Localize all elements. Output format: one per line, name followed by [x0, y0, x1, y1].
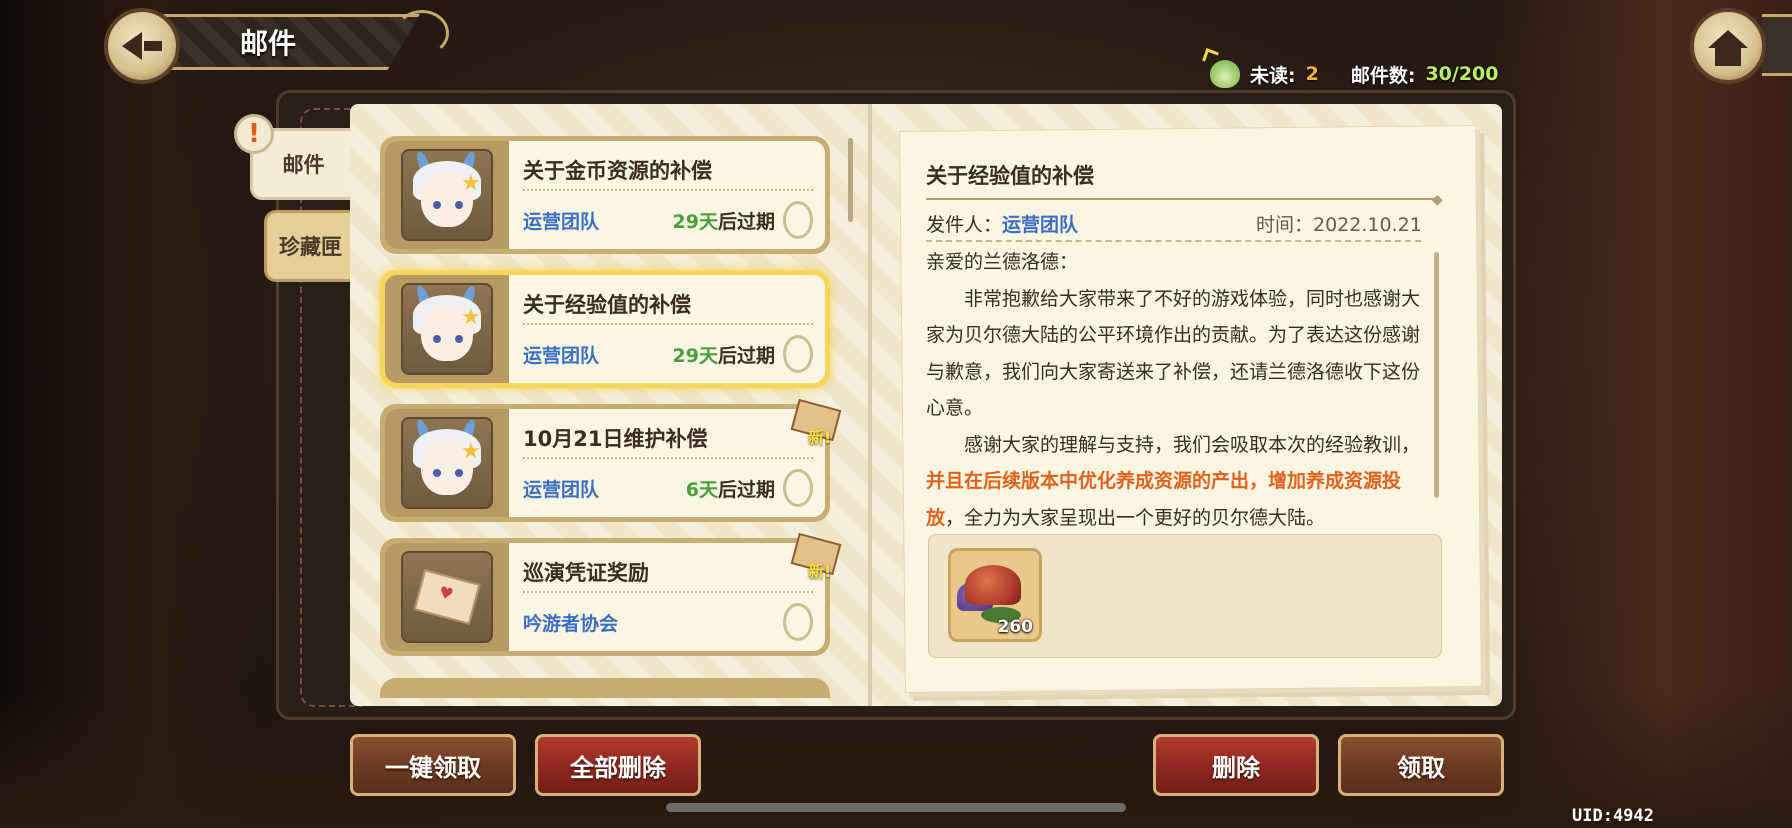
back-button[interactable] — [104, 8, 180, 84]
mail-title: 关于金币资源的补偿 — [523, 155, 813, 191]
new-mail-badge: 新! — [790, 398, 842, 447]
letter-time: 时间：2022.10.21 — [1256, 214, 1422, 236]
new-mail-badge: 新! — [790, 532, 842, 581]
letter-paragraph: 感谢大家的理解与支持，我们会吸取本次的经验教训，并且在后续版本中优化养成资源的产… — [926, 433, 1421, 529]
attachment-item[interactable]: 260 — [948, 548, 1042, 642]
letter-body: 亲爱的兰德洛德： 非常抱歉给大家带来了不好的游戏体验，同时也感谢大家为贝尔德大陆… — [926, 244, 1426, 536]
mail-title: 巡演凭证奖励 — [523, 557, 813, 593]
paperclip-icon — [783, 603, 813, 641]
mail-list-scrollbar[interactable] — [848, 138, 853, 222]
mail-expiry: 29天后过期 — [672, 345, 775, 367]
mail-title: 关于经验值的补偿 — [523, 289, 813, 325]
envelope-heart-icon — [413, 569, 481, 625]
star-icon: ★ — [461, 439, 481, 464]
claim-button[interactable]: 领取 — [1338, 734, 1504, 796]
paperclip-icon — [783, 201, 813, 239]
letter-avatar — [401, 551, 493, 643]
mail-item-maintenance-compensation[interactable]: ★ 10月21日维护补偿 运营团队 6天后过期 — [380, 404, 830, 522]
mail-title: 10月21日维护补偿 — [523, 423, 813, 459]
rule-ornament-icon: ◆ — [1432, 192, 1443, 208]
letter-paragraph: 非常抱歉给大家带来了不好的游戏体验，同时也感谢大家为贝尔德大陆的公平环境作出的贡… — [926, 287, 1421, 420]
home-icon — [1708, 30, 1748, 48]
sender-avatar: ★ — [401, 149, 493, 241]
total-count: 30/200 — [1425, 63, 1499, 85]
mail-item-exp-compensation[interactable]: ★ 关于经验值的补偿 运营团队 29天后过期 — [380, 270, 830, 388]
star-icon: ★ — [461, 305, 481, 330]
delete-all-button[interactable]: 全部删除 — [535, 734, 701, 796]
home-indicator[interactable] — [666, 803, 1126, 812]
letter-title: 关于经验值的补偿 — [926, 164, 1094, 188]
mail-sender: 吟游者协会 — [523, 613, 619, 635]
home-tab-decor — [1762, 14, 1792, 76]
letter-greeting: 亲爱的兰德洛德： — [926, 251, 1079, 273]
paperclip-icon — [783, 335, 813, 373]
mail-item-gold-compensation[interactable]: ★ 关于金币资源的补偿 运营团队 29天后过期 — [380, 136, 830, 254]
unread-label: 未读: — [1250, 64, 1296, 87]
alert-icon: ! — [234, 114, 274, 154]
uid-label: UID:4942 — [1572, 806, 1654, 826]
letter-title-rule — [926, 198, 1436, 200]
attachment-count: 260 — [997, 617, 1034, 637]
mail-sender: 运营团队 — [523, 345, 600, 367]
mail-item-tour-reward[interactable]: 巡演凭证奖励 吟游者协会 — [380, 538, 830, 656]
home-button[interactable] — [1690, 8, 1766, 84]
frog-icon — [1210, 60, 1240, 88]
mail-expiry: 6天后过期 — [685, 479, 775, 501]
unread-count: 2 — [1305, 63, 1319, 85]
tab-collection[interactable]: 珍藏匣 — [264, 210, 354, 282]
mail-sender: 运营团队 — [523, 211, 600, 233]
mail-sender: 运营团队 — [523, 479, 600, 501]
title-ornament — [395, 10, 449, 56]
letter-header-divider — [926, 240, 1421, 242]
delete-button[interactable]: 删除 — [1153, 734, 1319, 796]
total-label: 邮件数: — [1350, 64, 1416, 87]
sender-avatar: ★ — [401, 283, 493, 375]
back-arrow-icon — [122, 32, 142, 60]
mail-counts: 未读: 2 邮件数: 30/200 — [1210, 58, 1499, 90]
list-item-partial — [380, 678, 830, 698]
mail-expiry: 29天后过期 — [672, 211, 775, 233]
page-title: 邮件 — [240, 27, 297, 60]
sender-avatar: ★ — [401, 417, 493, 509]
paperclip-icon — [783, 469, 813, 507]
paper-divider — [868, 104, 872, 706]
star-icon: ★ — [461, 171, 481, 196]
claim-all-button[interactable]: 一键领取 — [350, 734, 516, 796]
mushroom-icon — [965, 565, 1021, 605]
letter-scrollbar[interactable] — [1434, 252, 1439, 498]
letter-sender: 发件人：运营团队 — [926, 214, 1079, 236]
